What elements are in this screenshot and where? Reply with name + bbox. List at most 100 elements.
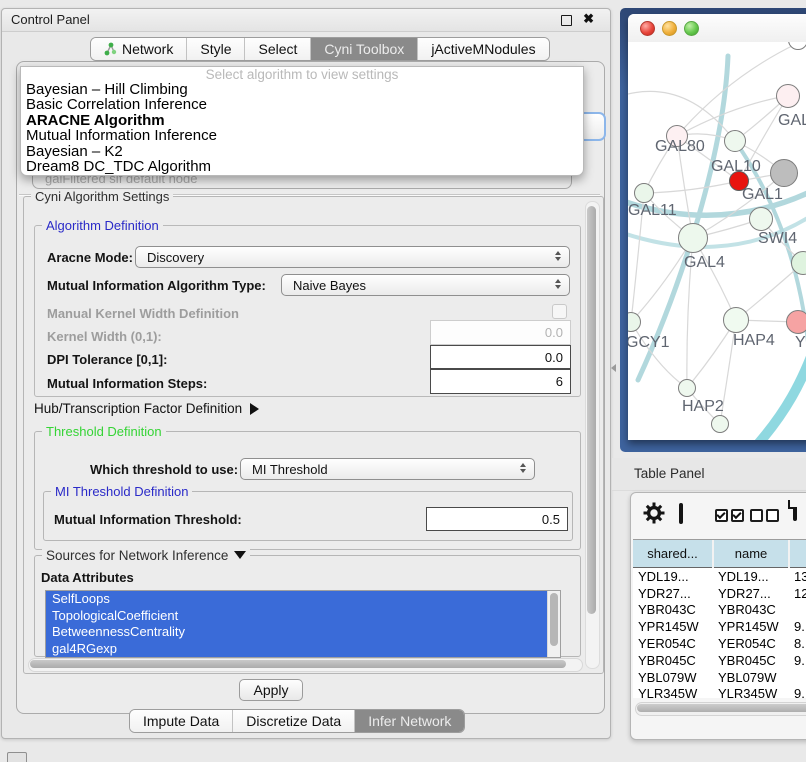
attribute-list-item[interactable]: SelfLoops: [46, 591, 552, 608]
sources-group: Sources for Network Inference Data Attri…: [34, 555, 581, 657]
split-columns-icon[interactable]: [679, 503, 683, 524]
select-all-icon[interactable]: [715, 509, 747, 527]
which-threshold-combobox[interactable]: MI Threshold: [240, 458, 535, 480]
tab-label: Select: [258, 41, 297, 57]
attribute-list-item[interactable]: BetweennessCentrality: [46, 624, 552, 641]
tab-network[interactable]: Network: [91, 38, 187, 60]
kernel-width-label: Kernel Width (0,1):: [47, 329, 162, 344]
node-gal4[interactable]: [678, 223, 708, 253]
table-row[interactable]: YER054CYER054C8.: [633, 635, 806, 652]
table-row[interactable]: YBR045CYBR045C9.: [633, 652, 806, 669]
node-swi4[interactable]: [749, 207, 773, 231]
table-cell: YER054C: [713, 635, 789, 652]
mi-steps-input[interactable]: 6: [430, 369, 571, 394]
gear-icon[interactable]: [643, 502, 665, 529]
algorithm-option[interactable]: Dream8 DC_TDC Algorithm: [21, 159, 583, 174]
table-row[interactable]: YPR145WYPR145W9.: [633, 618, 806, 635]
node-table[interactable]: shared...name YDL19...YDL19...13YDR27...…: [633, 540, 806, 698]
network-titlebar: [628, 14, 806, 43]
data-attributes-list[interactable]: SelfLoopsTopologicalCoefficientBetweenne…: [45, 590, 561, 658]
node-gal10[interactable]: [724, 130, 746, 152]
table-cell: YBR045C: [713, 652, 789, 669]
algorithm-definition-group: Algorithm Definition Aracne Mode: Discov…: [34, 225, 581, 397]
table-panel-title: Table Panel: [634, 466, 705, 481]
algorithm-option[interactable]: Basic Correlation Inference: [21, 97, 583, 112]
tab-style[interactable]: Style: [187, 38, 245, 60]
table-cell: YBR045C: [633, 652, 713, 669]
hub-definition-expander[interactable]: Hub/Transcription Factor Definition: [34, 401, 259, 416]
mi-type-combobox[interactable]: Naive Bayes: [281, 274, 570, 296]
minimize-traffic-light[interactable]: [662, 21, 677, 36]
table-cell: YBR043C: [633, 602, 713, 619]
apply-button[interactable]: Apply: [239, 679, 303, 701]
table-header-row: shared...name: [633, 540, 806, 568]
column-header[interactable]: shared...: [633, 540, 713, 568]
collapsed-panel-button[interactable]: [7, 752, 27, 762]
aracne-mode-combobox[interactable]: Discovery: [135, 246, 570, 268]
node[interactable]: [711, 415, 729, 433]
tab-jactivemnodules[interactable]: jActiveMNodules: [418, 38, 548, 60]
kernel-width-value: 0.0: [545, 325, 563, 340]
float-window-icon[interactable]: [561, 15, 572, 26]
zoom-traffic-light[interactable]: [684, 21, 699, 36]
settings-vertical-scrollbar[interactable]: [585, 201, 600, 669]
mi-threshold-input[interactable]: 0.5: [426, 507, 568, 531]
kernel-width-input[interactable]: 0.0: [430, 320, 571, 345]
table-panel-window: shared...name YDL19...YDL19...13YDR27...…: [630, 492, 806, 740]
table-row[interactable]: YDL19...YDL19...13: [633, 568, 806, 585]
tab-infer-network[interactable]: Infer Network: [355, 710, 464, 732]
algorithm-option[interactable]: Mutual Information Inference: [21, 128, 583, 143]
table-row[interactable]: YBR043CYBR043C: [633, 602, 806, 619]
panel-divider-handle[interactable]: [611, 364, 616, 372]
close-traffic-light[interactable]: [640, 21, 655, 36]
node-label: Y: [795, 334, 806, 352]
dpi-tolerance-input[interactable]: 0.0: [430, 345, 571, 369]
algorithm-option[interactable]: Bayesian – K2: [21, 144, 583, 159]
node-y[interactable]: [786, 310, 806, 334]
table-row[interactable]: YDR27...YDR27...12: [633, 585, 806, 602]
table-cell: YDR27...: [713, 585, 789, 602]
table-cell: YDR27...: [633, 585, 713, 602]
deselect-all-icon[interactable]: [750, 509, 782, 527]
spinner-arrows-icon: [555, 251, 561, 261]
table-cell: 9.: [789, 686, 806, 698]
aracne-mode-value: Discovery: [147, 250, 204, 265]
network-inner-window: GALGAL80GAL10GAL1GAL11SWI4GAL4GCY1HAP4YH…: [628, 14, 806, 440]
list-scrollbar[interactable]: [547, 591, 560, 657]
tab-select[interactable]: Select: [245, 38, 311, 60]
mi-type-label: Mutual Information Algorithm Type:: [47, 278, 266, 293]
algorithm-popup: Select algorithm to view settings Bayesi…: [20, 66, 584, 176]
node[interactable]: [770, 159, 798, 187]
control-panel-titlebar: Control Panel ✖: [2, 9, 610, 32]
algorithm-option[interactable]: Bayesian – Hill Climbing: [21, 82, 583, 97]
cyni-algorithm-settings-legend: Cyni Algorithm Settings: [31, 189, 173, 204]
network-canvas[interactable]: GALGAL80GAL10GAL1GAL11SWI4GAL4GCY1HAP4YH…: [628, 42, 806, 440]
column-header[interactable]: [789, 540, 806, 568]
attribute-list-item[interactable]: gal4RGexp: [46, 641, 552, 658]
table-row[interactable]: YLR345WYLR345W9.: [633, 686, 806, 698]
node-label: HAP2: [682, 398, 724, 416]
tab-label: jActiveMNodules: [431, 41, 535, 57]
node-gal[interactable]: [776, 84, 800, 108]
table-row[interactable]: YBL079WYBL079W: [633, 669, 806, 686]
tab-discretize-data[interactable]: Discretize Data: [233, 710, 355, 732]
tab-impute-data[interactable]: Impute Data: [130, 710, 233, 732]
manual-kernel-checkbox[interactable]: [552, 304, 567, 319]
network-icon: [104, 42, 117, 56]
settings-horizontal-scrollbar[interactable]: [28, 658, 583, 672]
node-hap4[interactable]: [723, 307, 749, 333]
table-horizontal-scrollbar[interactable]: [635, 702, 806, 716]
table-cell: 13: [789, 568, 806, 585]
attribute-list-item[interactable]: TopologicalCoefficient: [46, 608, 552, 625]
algorithm-option[interactable]: ARACNE Algorithm: [21, 113, 583, 128]
tab-label: Network: [122, 41, 173, 57]
tab-cyni-toolbox[interactable]: Cyni Toolbox: [311, 38, 418, 60]
document-icon[interactable]: [793, 500, 797, 521]
close-icon[interactable]: ✖: [583, 11, 594, 27]
control-panel-window: Control Panel ✖ Network Style Select Cyni T…: [1, 8, 611, 739]
control-panel-tabs: Network Style Select Cyni Toolbox jActiveMNo…: [90, 37, 550, 61]
column-header[interactable]: name: [713, 540, 789, 568]
node-gal11[interactable]: [634, 183, 654, 203]
node-hap2[interactable]: [678, 379, 696, 397]
table-cell: 12: [789, 585, 806, 602]
